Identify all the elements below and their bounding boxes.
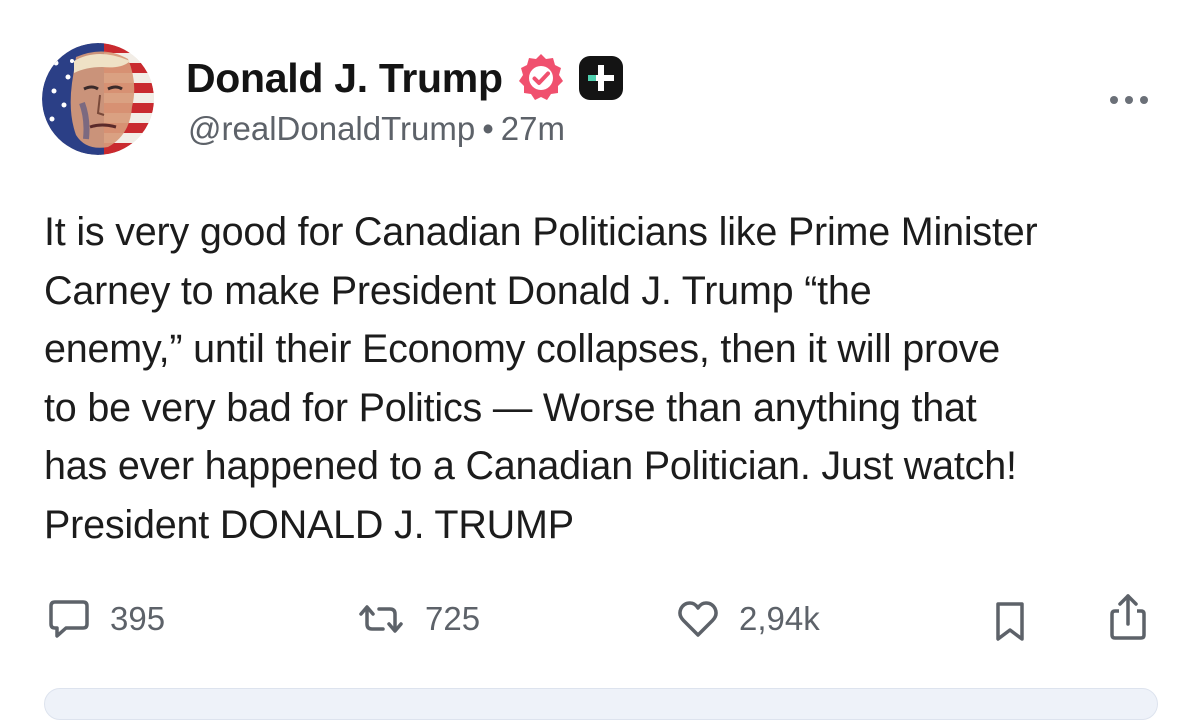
author-handle[interactable]: @realDonaldTrump	[188, 110, 475, 147]
meta-separator: •	[482, 110, 494, 147]
truth-post: Donald J. Trump @realDonaldTrump • 27m It …	[0, 0, 1200, 720]
more-options-icon[interactable]	[1105, 88, 1153, 112]
restruth-icon	[359, 605, 403, 633]
share-button[interactable]	[1106, 592, 1150, 642]
plus-badge-icon	[578, 56, 623, 100]
bookmark-button[interactable]	[990, 597, 1030, 647]
post-text: It is very good for Canadian Politicians…	[44, 210, 1038, 547]
like-button[interactable]: 2,94k	[675, 594, 820, 644]
avatar[interactable]	[42, 43, 154, 155]
author-meta: @realDonaldTrump • 27m	[188, 110, 565, 148]
avatar-image	[42, 43, 154, 155]
heart-icon	[678, 601, 718, 637]
post-timestamp[interactable]: 27m	[501, 110, 565, 147]
author-display-name[interactable]: Donald J. Trump	[186, 55, 503, 102]
restruth-button[interactable]: 725	[355, 594, 480, 644]
verified-badge-icon	[518, 54, 563, 100]
next-post-card[interactable]	[44, 688, 1158, 720]
reply-count: 395	[110, 600, 166, 637]
restruth-count: 725	[425, 600, 481, 637]
like-count: 2,94k	[739, 600, 820, 637]
share-icon	[1110, 594, 1146, 640]
comment-icon	[49, 600, 89, 638]
bookmark-icon	[996, 602, 1024, 641]
reply-button[interactable]: 395	[46, 594, 165, 644]
author-name-row: Donald J. Trump	[186, 52, 625, 104]
